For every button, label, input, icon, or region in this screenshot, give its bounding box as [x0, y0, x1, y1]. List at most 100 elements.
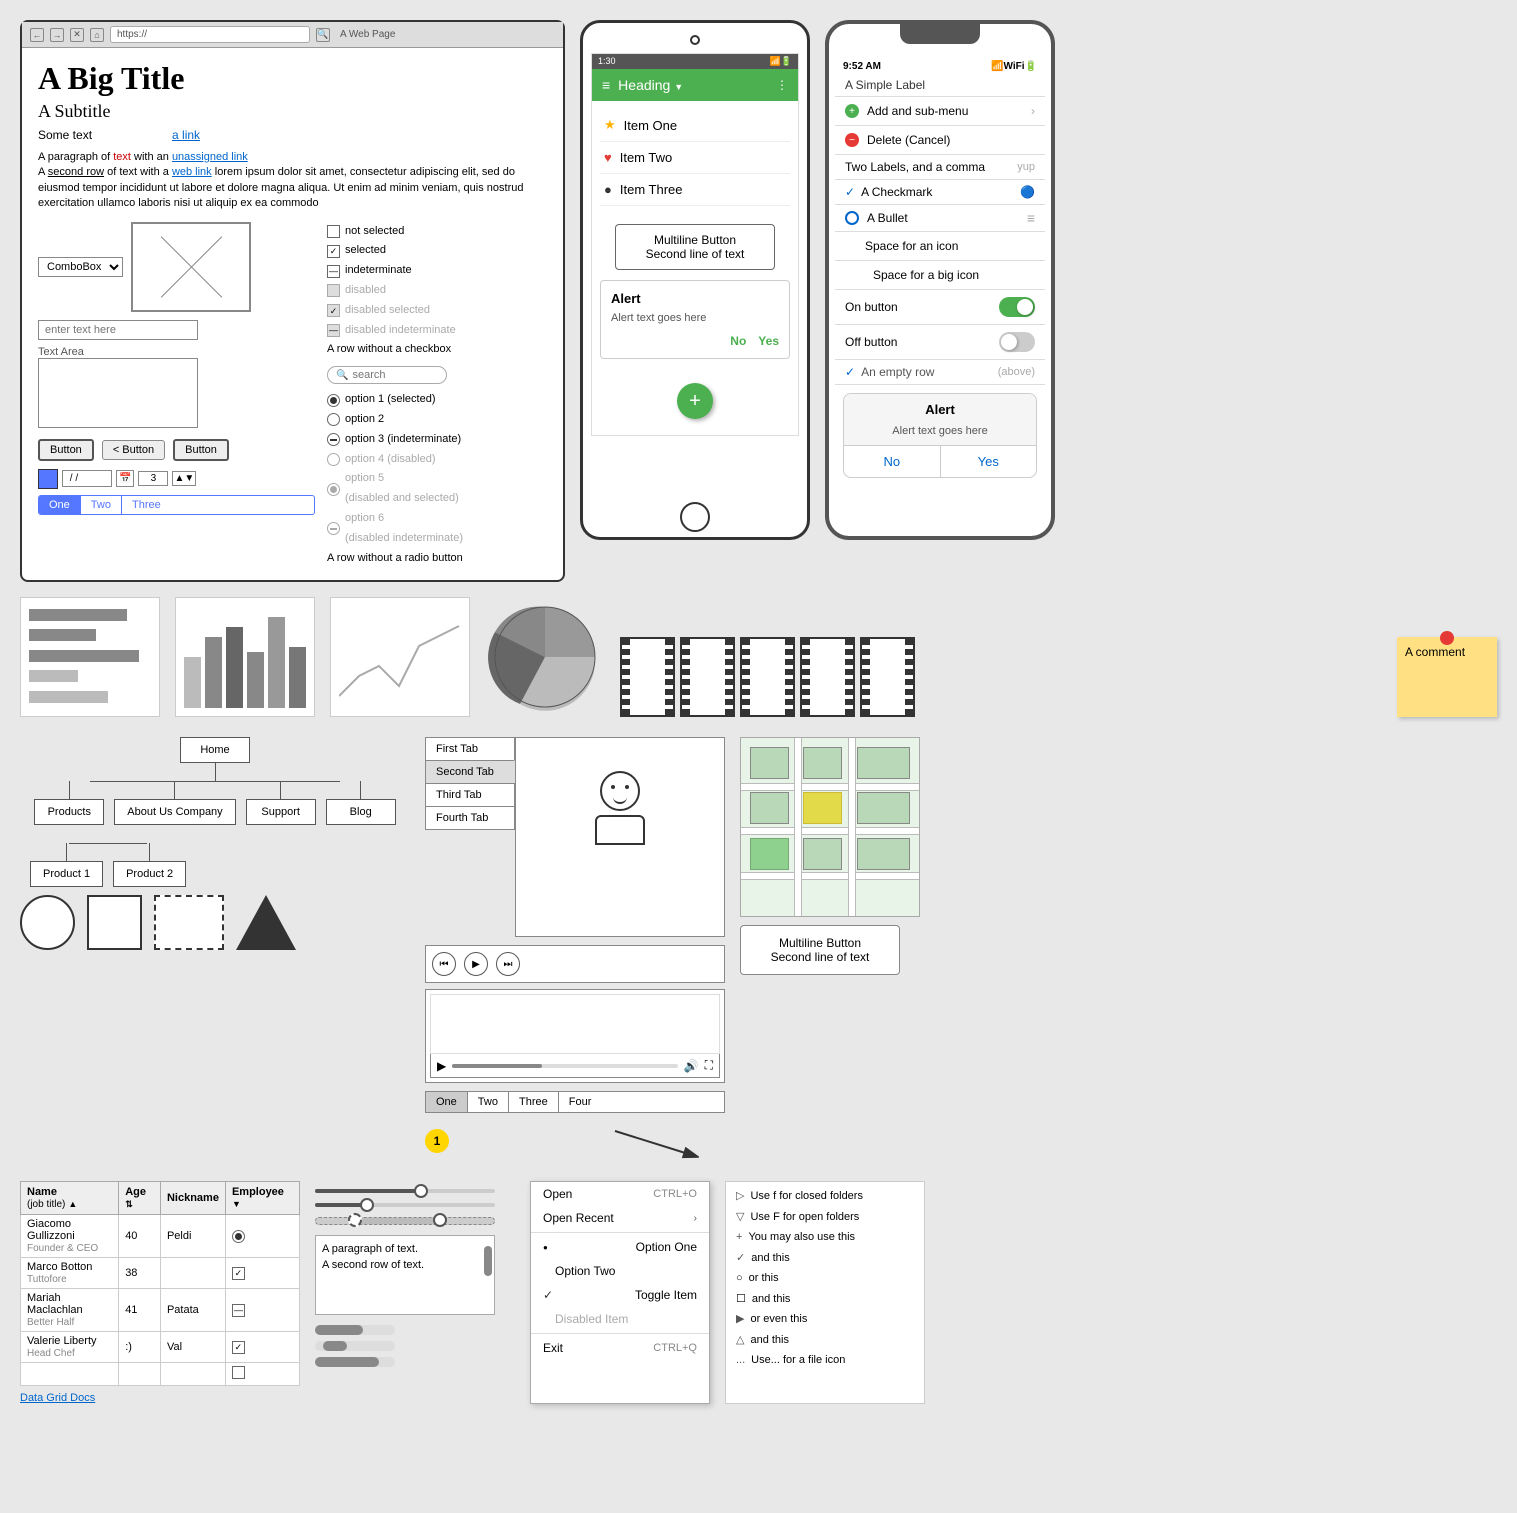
- close-btn[interactable]: ✕: [70, 28, 84, 42]
- sort-age-icon[interactable]: ⇅: [125, 1199, 133, 1209]
- ios-info-icon[interactable]: 🔵: [1020, 185, 1035, 199]
- ios-alert-buttons: No Yes: [844, 445, 1036, 477]
- seg-tab-two[interactable]: Two: [468, 1092, 509, 1112]
- android-multiline-btn[interactable]: Multiline Button Second line of text: [615, 224, 775, 270]
- checkbox-disabled-indeterminate: —: [327, 324, 340, 337]
- mini-scrollbar-1[interactable]: [315, 1325, 395, 1335]
- spinner-arrows[interactable]: ▲▼: [172, 471, 196, 486]
- rewind-btn[interactable]: ⏮: [432, 952, 456, 976]
- ios-space-big-icon: Space for a big icon: [835, 261, 1045, 290]
- ios-reorder-icon[interactable]: ≡: [1027, 210, 1035, 226]
- tab-second[interactable]: Second Tab: [425, 760, 515, 783]
- forward-btn[interactable]: →: [50, 28, 64, 42]
- back-btn[interactable]: ←: [30, 28, 44, 42]
- context-option-one[interactable]: ● Option One: [531, 1235, 709, 1259]
- tab-third[interactable]: Third Tab: [425, 783, 515, 806]
- video-play-icon[interactable]: ▶: [437, 1059, 446, 1073]
- search-field[interactable]: 🔍: [327, 366, 447, 384]
- col-age[interactable]: Age ⇅: [119, 1182, 161, 1215]
- on-toggle[interactable]: [999, 297, 1035, 317]
- radio-selected-btn[interactable]: [327, 394, 340, 407]
- context-option-two[interactable]: Option Two: [531, 1259, 709, 1283]
- tab-first[interactable]: First Tab: [425, 737, 515, 760]
- col-name[interactable]: Name(job title) ▲: [21, 1182, 119, 1215]
- video-progress[interactable]: [452, 1064, 677, 1068]
- data-grid-docs-link[interactable]: Data Grid Docs: [20, 1392, 95, 1404]
- fab-button[interactable]: +: [677, 383, 713, 419]
- btn3[interactable]: Button: [173, 439, 229, 461]
- off-toggle[interactable]: [999, 332, 1035, 352]
- sort-employee-icon[interactable]: ▼: [232, 1199, 241, 1209]
- menu-icon-checkbox: ☐ and this: [736, 1291, 914, 1308]
- textarea[interactable]: [38, 358, 198, 428]
- ios-add-menu[interactable]: + Add and sub-menu ›: [835, 97, 1045, 126]
- search-input[interactable]: [352, 369, 432, 381]
- seg-tab-three[interactable]: Three: [509, 1092, 559, 1112]
- web-big-title: A Big Title: [38, 60, 547, 97]
- text-input[interactable]: [38, 320, 198, 340]
- hamburger-icon[interactable]: ≡: [602, 77, 610, 93]
- radio-empty-btn[interactable]: [327, 413, 340, 426]
- shape-circle: [20, 895, 75, 950]
- seg-tab-one[interactable]: One: [426, 1092, 468, 1112]
- checkbox-checked[interactable]: ✓: [327, 245, 340, 258]
- radio-indeterminate-btn[interactable]: [327, 433, 340, 446]
- seg-btn-3[interactable]: Three: [122, 496, 171, 514]
- btn2[interactable]: < Button: [102, 440, 165, 460]
- scroll-handle[interactable]: [484, 1246, 492, 1276]
- home-button[interactable]: [680, 502, 710, 532]
- calendar-icon[interactable]: 📅: [116, 470, 134, 487]
- context-open-recent[interactable]: Open Recent ›: [531, 1206, 709, 1230]
- seg-btn-1[interactable]: One: [39, 496, 81, 514]
- date-input[interactable]: [62, 470, 112, 487]
- folder-open-icon: ▽: [736, 1209, 744, 1226]
- heart-icon: ♥: [604, 150, 612, 165]
- square-icon: ▶: [736, 1311, 744, 1328]
- play-btn[interactable]: ▶: [464, 952, 488, 976]
- video-fullscreen-icon[interactable]: ⛶: [705, 1058, 713, 1073]
- dropdown-arrow[interactable]: ▼: [674, 82, 683, 92]
- unassigned-link[interactable]: unassigned link: [172, 151, 248, 163]
- context-toggle[interactable]: ✓ Toggle Item: [531, 1283, 709, 1307]
- android-alert-yes[interactable]: Yes: [758, 334, 779, 348]
- ios-alert-yes[interactable]: Yes: [941, 446, 1037, 477]
- android-alert-no[interactable]: No: [730, 334, 746, 348]
- more-icon[interactable]: ⋮: [776, 78, 788, 92]
- range-thumb-left[interactable]: [348, 1213, 362, 1227]
- tab-fourth[interactable]: Fourth Tab: [425, 806, 515, 830]
- mini-scrollbar-2[interactable]: [315, 1341, 395, 1351]
- bullet-icon: ●: [604, 182, 612, 197]
- range-thumb-right[interactable]: [433, 1213, 447, 1227]
- multiline-btn-standalone[interactable]: Multiline Button Second line of text: [740, 925, 900, 975]
- btn1[interactable]: Button: [38, 439, 94, 461]
- sort-name-icon[interactable]: ▲: [68, 1199, 77, 1209]
- data-grid: Name(job title) ▲ Age ⇅ Nickname Employe…: [20, 1181, 300, 1404]
- spinner[interactable]: [138, 471, 168, 486]
- video-volume-icon[interactable]: 🔊: [684, 1059, 699, 1073]
- checkbox-empty[interactable]: [327, 225, 340, 238]
- color-picker[interactable]: [38, 469, 58, 489]
- ios-alert-no[interactable]: No: [844, 446, 941, 477]
- context-exit[interactable]: Exit CTRL+Q: [531, 1336, 709, 1360]
- fast-forward-btn[interactable]: ⏭: [496, 952, 520, 976]
- context-open[interactable]: Open CTRL+O: [531, 1182, 709, 1206]
- ios-delete[interactable]: − Delete (Cancel): [835, 126, 1045, 155]
- mini-scrollbar-3[interactable]: [315, 1357, 395, 1367]
- col-nickname[interactable]: Nickname: [160, 1182, 225, 1215]
- search-btn[interactable]: 🔍: [316, 28, 330, 42]
- seg-btn-2[interactable]: Two: [81, 496, 122, 514]
- line-chart: [330, 597, 470, 717]
- slider-track-1[interactable]: [315, 1189, 495, 1193]
- seg-tab-four[interactable]: Four: [559, 1092, 602, 1112]
- combobox[interactable]: ComboBox: [38, 257, 123, 277]
- slider-thumb-2[interactable]: [360, 1198, 374, 1212]
- slider-thumb-1[interactable]: [414, 1184, 428, 1198]
- col-employee[interactable]: Employee ▼: [225, 1182, 299, 1215]
- range-track[interactable]: [315, 1217, 495, 1225]
- web-link-inline[interactable]: web link: [172, 166, 212, 178]
- checkbox-indeterminate[interactable]: —: [327, 265, 340, 278]
- home-btn[interactable]: ⌂: [90, 28, 104, 42]
- slider-track-2[interactable]: [315, 1203, 495, 1207]
- web-link-main[interactable]: a link: [172, 128, 200, 142]
- url-bar[interactable]: https://: [110, 26, 310, 43]
